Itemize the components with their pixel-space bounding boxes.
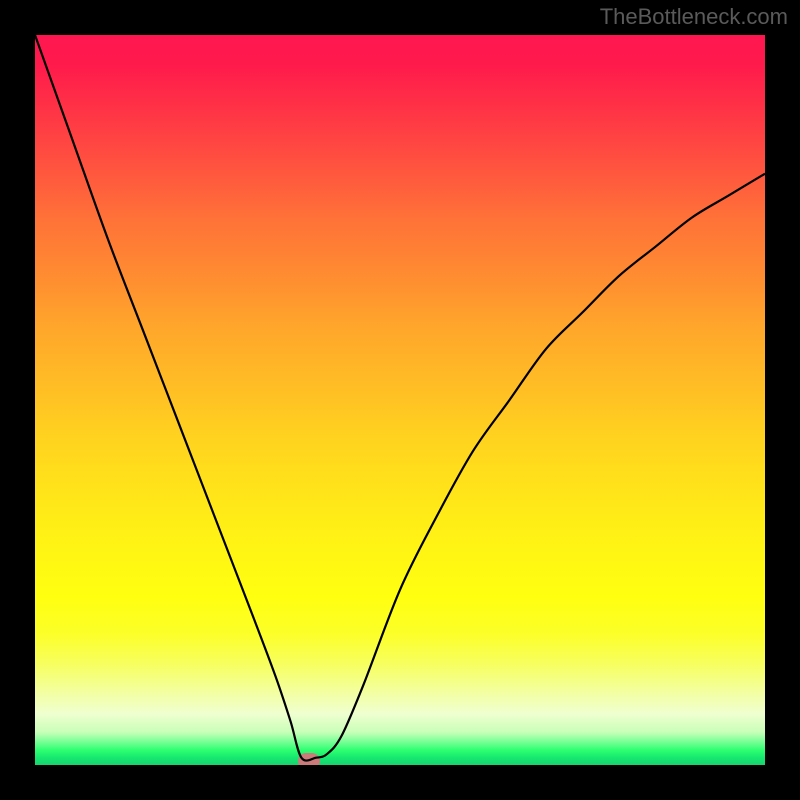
- plot-area: [35, 35, 765, 765]
- chart-frame: TheBottleneck.com: [0, 0, 800, 800]
- watermark-text: TheBottleneck.com: [600, 4, 788, 30]
- bottleneck-curve: [35, 35, 765, 765]
